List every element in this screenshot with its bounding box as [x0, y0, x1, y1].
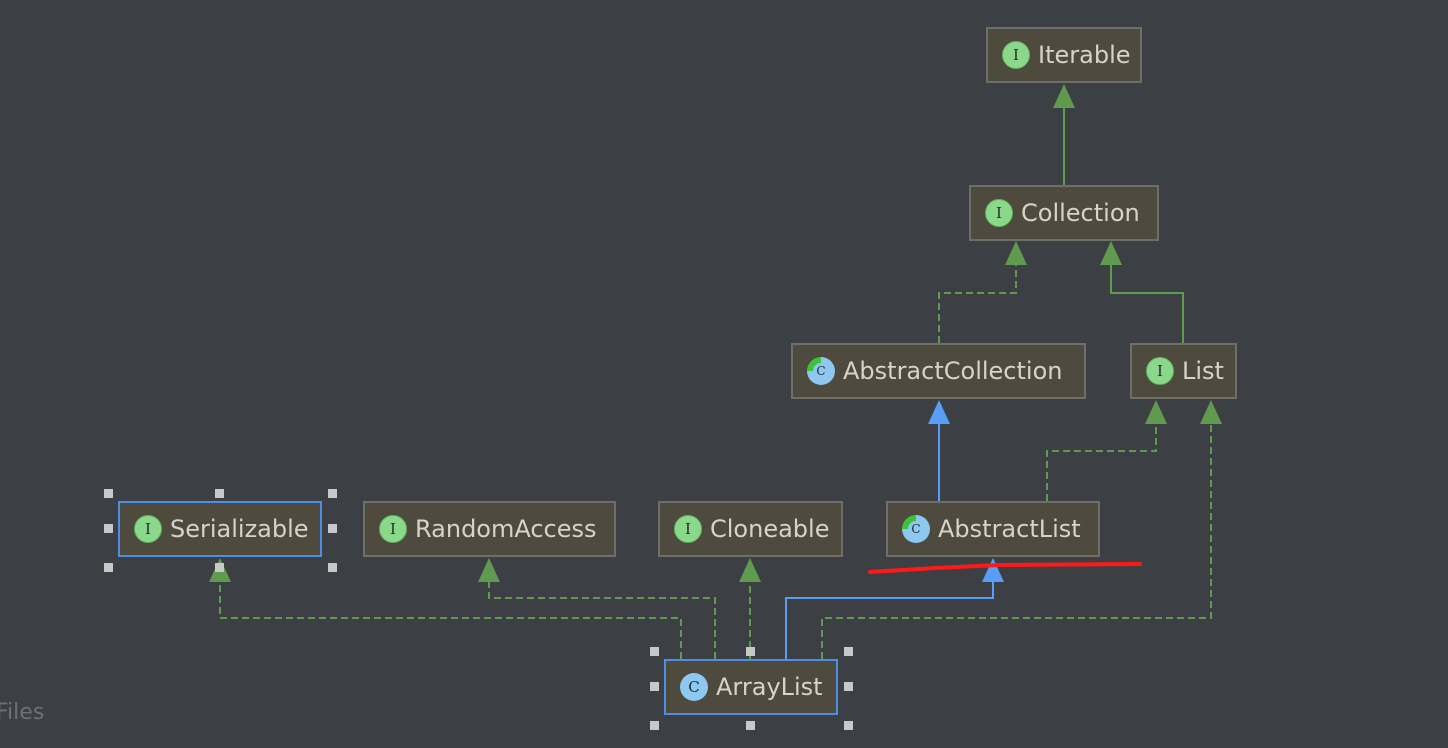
node-iterable[interactable]: I Iterable: [986, 27, 1142, 83]
arrowhead: [1005, 241, 1027, 265]
arrowhead: [982, 558, 1004, 582]
arrowhead: [1053, 84, 1075, 108]
node-abstract-list[interactable]: C AbstractList: [886, 501, 1100, 557]
node-random-access[interactable]: I RandomAccess: [363, 501, 616, 557]
interface-icon: I: [674, 515, 702, 543]
edge-abstractcollection-collection: [938, 258, 1017, 343]
resize-handle[interactable]: [328, 524, 337, 533]
node-label: AbstractList: [938, 515, 1081, 543]
interface-icon: I: [134, 515, 162, 543]
node-label: Collection: [1021, 199, 1140, 227]
resize-handle[interactable]: [104, 489, 113, 498]
node-cloneable[interactable]: I Cloneable: [658, 501, 843, 557]
interface-icon: I: [1002, 41, 1030, 69]
node-label: Iterable: [1038, 41, 1131, 69]
node-list[interactable]: I List: [1130, 343, 1237, 399]
resize-handle[interactable]: [746, 721, 755, 730]
resize-handle[interactable]: [104, 524, 113, 533]
files-label: Files: [0, 700, 45, 725]
resize-handle[interactable]: [844, 647, 853, 656]
arrowhead: [739, 558, 761, 582]
resize-handle[interactable]: [104, 563, 113, 572]
abstract-class-icon: C: [902, 515, 930, 543]
node-label: AbstractCollection: [843, 357, 1063, 385]
abstract-class-icon: C: [807, 357, 835, 385]
node-label: RandomAccess: [415, 515, 597, 543]
node-label: ArrayList: [716, 673, 823, 701]
resize-handle[interactable]: [215, 489, 224, 498]
arrowhead: [1145, 400, 1167, 424]
interface-icon: I: [379, 515, 407, 543]
resize-handle[interactable]: [746, 647, 755, 656]
arrowhead: [478, 558, 500, 582]
node-collection[interactable]: I Collection: [969, 185, 1159, 241]
edge-arraylist-serializable: [219, 575, 682, 659]
edge-list-collection: [1110, 258, 1184, 343]
class-icon: C: [680, 673, 708, 701]
resize-handle[interactable]: [844, 682, 853, 691]
arrowhead: [1100, 241, 1122, 265]
interface-icon: I: [985, 199, 1013, 227]
red-annotation-underline: [868, 562, 1142, 574]
arrowhead: [928, 400, 950, 424]
interface-icon: I: [1146, 357, 1174, 385]
resize-handle[interactable]: [844, 721, 853, 730]
node-serializable[interactable]: I Serializable: [118, 501, 322, 557]
resize-handle[interactable]: [650, 647, 659, 656]
node-array-list[interactable]: C ArrayList: [664, 659, 838, 715]
edge-abstractlist-list: [1046, 416, 1157, 501]
resize-handle[interactable]: [215, 563, 224, 572]
node-label: List: [1182, 357, 1224, 385]
resize-handle[interactable]: [328, 563, 337, 572]
resize-handle[interactable]: [650, 682, 659, 691]
resize-handle[interactable]: [650, 721, 659, 730]
node-label: Cloneable: [710, 515, 830, 543]
resize-handle[interactable]: [328, 489, 337, 498]
node-label: Serializable: [170, 515, 309, 543]
node-abstract-collection[interactable]: C AbstractCollection: [791, 343, 1086, 399]
arrowhead: [1200, 400, 1222, 424]
